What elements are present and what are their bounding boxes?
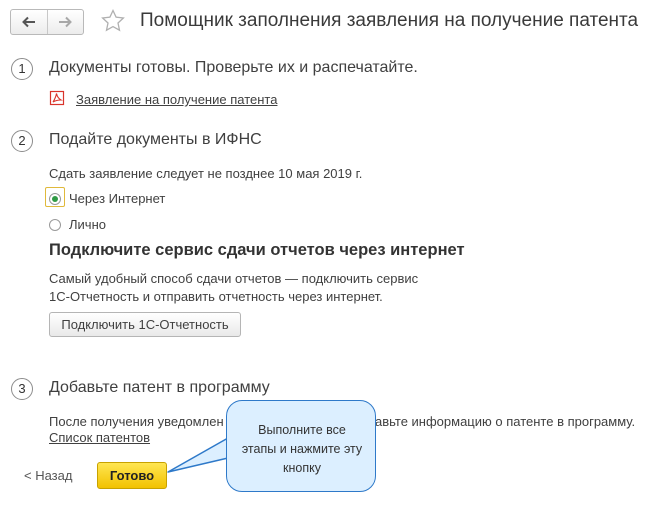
patents-list-link[interactable]: Список патентов: [49, 430, 150, 445]
service-heading: Подключите сервис сдачи отчетов через ин…: [49, 241, 465, 259]
step-2-title: Подайте документы в ИФНС: [49, 131, 262, 148]
step-3-number: 3: [11, 378, 33, 400]
step-1-number: 1: [11, 58, 33, 80]
deadline-text: Сдать заявление следует не позднее 10 ма…: [49, 166, 363, 181]
page-title: Помощник заполнения заявления на получен…: [140, 10, 639, 31]
application-document-link[interactable]: Заявление на получение патента: [76, 92, 277, 107]
radio-button[interactable]: [49, 218, 61, 231]
step-2-number: 2: [11, 130, 33, 152]
radio-label-personal: Лично: [69, 217, 106, 232]
step-3-description-end: авьте информацию о патенте в программу.: [375, 414, 636, 429]
pdf-icon: [49, 90, 65, 106]
step-3-title: Добавьте патент в программу: [49, 379, 270, 396]
callout-text: Выполните все этапы и нажмите эту кнопку: [227, 421, 377, 478]
service-description-line-1: Самый удобный способ сдачи отчетов — под…: [49, 271, 419, 286]
radio-label-internet: Через Интернет: [69, 191, 166, 206]
radio-option-internet[interactable]: Через Интернет: [49, 191, 165, 206]
callout-line-3: кнопку: [283, 461, 321, 475]
back-nav-button[interactable]: [11, 10, 47, 34]
callout-line-2: этапы и нажмите эту: [241, 442, 363, 456]
arrow-left-icon: [21, 16, 35, 28]
star-icon[interactable]: [100, 8, 126, 34]
step-1-title: Документы готовы. Проверьте их и распеча…: [49, 59, 418, 76]
back-button[interactable]: < Назад: [24, 468, 72, 483]
radio-button-selected[interactable]: [49, 192, 61, 205]
done-button[interactable]: Готово: [97, 462, 167, 489]
hint-callout: Выполните все этапы и нажмите эту кнопку: [226, 400, 376, 492]
navigation-buttons: [10, 9, 84, 35]
connect-1c-reporting-button[interactable]: Подключить 1С-Отчетность: [49, 312, 241, 337]
radio-option-personal[interactable]: Лично: [49, 217, 106, 232]
service-description-line-2: 1С-Отчетность и отправить отчетность чер…: [49, 289, 383, 304]
forward-nav-button[interactable]: [46, 10, 84, 34]
step-3-description-start: После получения уведомлен: [49, 414, 224, 429]
callout-line-1: Выполните все: [258, 423, 346, 437]
arrow-right-icon: [59, 16, 73, 28]
